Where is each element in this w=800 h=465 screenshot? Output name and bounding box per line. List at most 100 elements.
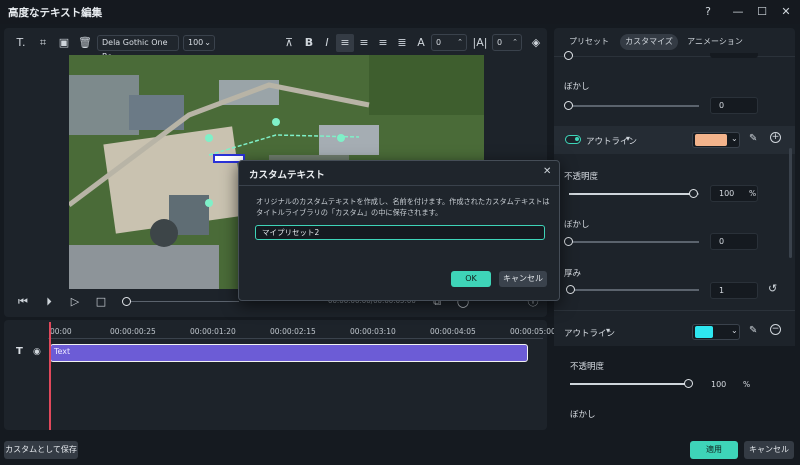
letter-spacing-input[interactable]: 0 ⌃ xyxy=(431,34,467,51)
align-left-icon[interactable]: ≡ xyxy=(336,34,354,52)
opacity-label: 不透明度 xyxy=(564,172,599,182)
thickness-slider[interactable] xyxy=(569,289,699,291)
blur-value[interactable]: 0 xyxy=(710,233,758,250)
prev-frame-icon[interactable]: ⏮ xyxy=(14,293,32,311)
opacity-value[interactable]: 100 xyxy=(711,380,726,389)
transform-icon[interactable]: ⌗ xyxy=(34,34,52,52)
justify-icon[interactable]: ≣ xyxy=(393,34,411,52)
ruler-line xyxy=(48,338,543,339)
opacity-slider-knob[interactable] xyxy=(689,189,698,198)
blur-value[interactable]: 0 xyxy=(710,97,758,114)
outline-color-swatch xyxy=(695,326,713,338)
step-forward-icon[interactable]: ⏵ xyxy=(40,293,58,311)
properties-panel: プリセット カスタマイズ アニメーション ぼかし 0 アウトライン ▾ ⌄ ✎ … xyxy=(554,28,795,430)
eyedropper-icon[interactable]: ✎ xyxy=(749,325,757,336)
chevron-down-icon[interactable]: ▾ xyxy=(626,134,630,143)
text-toolbar: T. ⌗ ▣ 🗑 Dela Gothic One Re⌄ 100⌄ ⊼ B I … xyxy=(4,28,547,61)
clip-label: Text xyxy=(54,347,71,356)
eyedropper-icon[interactable]: ✎ xyxy=(749,133,757,144)
playhead[interactable] xyxy=(49,322,51,430)
progress-knob[interactable] xyxy=(122,297,131,306)
blur-label: ぼかし xyxy=(564,82,590,92)
letter-spacing-icon[interactable]: A xyxy=(412,34,430,52)
dialog-title: カスタムテキスト xyxy=(249,170,325,181)
chevron-down-icon[interactable]: ▾ xyxy=(606,326,610,335)
opacity-slider[interactable] xyxy=(569,193,699,195)
tick-label: 00:00:04:05 xyxy=(430,327,476,336)
help-icon[interactable]: ? xyxy=(700,4,716,20)
image-icon[interactable]: ▣ xyxy=(55,34,73,52)
tick-label: 00:00:03:10 xyxy=(350,327,396,336)
footer-bar: カスタムとして保存 適用 キャンセル xyxy=(0,436,800,465)
preset-name-input[interactable]: マイプリセット2 xyxy=(255,225,545,240)
timeline-ruler[interactable]: 00:00 00:00:00:25 00:00:01:20 00:00:02:1… xyxy=(48,322,556,340)
percent-unit: % xyxy=(749,189,757,198)
opacity-label: 不透明度 xyxy=(570,362,605,372)
reset-icon[interactable]: ↺ xyxy=(768,282,777,295)
trash-icon[interactable]: 🗑 xyxy=(76,34,94,52)
add-text-icon[interactable]: T. xyxy=(12,34,30,52)
thickness-label: 厚み xyxy=(564,269,582,279)
outline-color-picker[interactable]: ⌄ xyxy=(692,324,740,340)
tick-label: 00:00 xyxy=(50,327,72,336)
cut-off-slider-knob[interactable] xyxy=(564,51,573,60)
minimize-icon[interactable]: — xyxy=(730,4,746,20)
progress-track[interactable] xyxy=(131,301,239,302)
text-clip[interactable]: Text xyxy=(50,344,528,362)
tick-label: 00:00:01:20 xyxy=(190,327,236,336)
line-spacing-input[interactable]: 0 ⌃ xyxy=(492,34,522,51)
line-spacing-icon[interactable]: |A| xyxy=(471,34,489,52)
window-title: 高度なテキスト編集 xyxy=(8,7,103,19)
stop-icon[interactable]: □ xyxy=(92,293,110,311)
play-icon[interactable]: ▷ xyxy=(66,293,84,311)
title-bar: 高度なテキスト編集 ? — ☐ ✕ xyxy=(0,0,800,24)
tick-label: 00:00:00:25 xyxy=(110,327,156,336)
tick-label: 00:00:02:15 xyxy=(270,327,316,336)
custom-text-dialog: カスタムテキスト ✕ オリジナルのカスタムテキストを作成し、名前を付けます。作成… xyxy=(238,160,560,301)
apply-button[interactable]: 適用 xyxy=(690,441,738,459)
scrollbar-thumb[interactable] xyxy=(789,148,792,258)
blur-slider[interactable] xyxy=(569,241,699,243)
close-icon[interactable]: ✕ xyxy=(778,4,794,20)
chevron-down-icon: ⌄ xyxy=(731,326,738,335)
outline-toggle[interactable] xyxy=(565,135,581,144)
text-track-icon: T xyxy=(16,346,23,357)
save-as-custom-button[interactable]: カスタムとして保存 xyxy=(4,441,78,459)
close-icon[interactable]: ✕ xyxy=(543,166,551,177)
outline-color-picker[interactable]: ⌄ xyxy=(692,132,740,148)
blur-label: ぼかし xyxy=(570,410,596,420)
tab-divider xyxy=(554,56,795,57)
add-icon[interactable]: + xyxy=(770,132,781,143)
blur-slider-knob[interactable] xyxy=(564,237,573,246)
align-right-icon[interactable]: ≡ xyxy=(374,34,392,52)
align-center-icon[interactable]: ≡ xyxy=(355,34,373,52)
font-size-select[interactable]: 100 ⌄ xyxy=(183,35,215,51)
tab-customize[interactable]: カスタマイズ xyxy=(620,34,678,50)
percent-unit: % xyxy=(743,380,751,389)
tab-preset[interactable]: プリセット xyxy=(566,34,612,50)
text-color-icon[interactable]: ⊼ xyxy=(280,34,298,52)
cut-off-value-box xyxy=(710,53,758,58)
line-spacing-value: 0 xyxy=(497,38,503,47)
maximize-icon[interactable]: ☐ xyxy=(754,4,770,20)
cancel-button[interactable]: キャンセル xyxy=(744,441,794,459)
chevron-down-icon: ⌄ xyxy=(731,134,738,143)
letter-spacing-value: 0 xyxy=(436,38,442,47)
blur-slider[interactable] xyxy=(569,105,699,107)
blur-slider-knob[interactable] xyxy=(564,101,573,110)
blur-label: ぼかし xyxy=(564,220,590,230)
layer-icon[interactable]: ◈ xyxy=(527,34,545,52)
bold-icon[interactable]: B xyxy=(300,34,318,52)
remove-icon[interactable]: − xyxy=(770,324,781,335)
thickness-value[interactable]: 1 xyxy=(710,282,758,299)
ok-button[interactable]: OK xyxy=(451,271,491,287)
opacity-slider[interactable] xyxy=(570,383,690,385)
visibility-eye-icon[interactable]: ◉ xyxy=(33,347,41,357)
opacity-slider-knob[interactable] xyxy=(684,379,693,388)
cancel-button[interactable]: キャンセル xyxy=(499,271,547,287)
italic-icon[interactable]: I xyxy=(318,34,336,52)
section-divider xyxy=(554,310,795,311)
thickness-slider-knob[interactable] xyxy=(566,285,575,294)
font-select[interactable]: Dela Gothic One Re⌄ xyxy=(97,35,179,61)
tab-animation[interactable]: アニメーション xyxy=(686,34,744,50)
